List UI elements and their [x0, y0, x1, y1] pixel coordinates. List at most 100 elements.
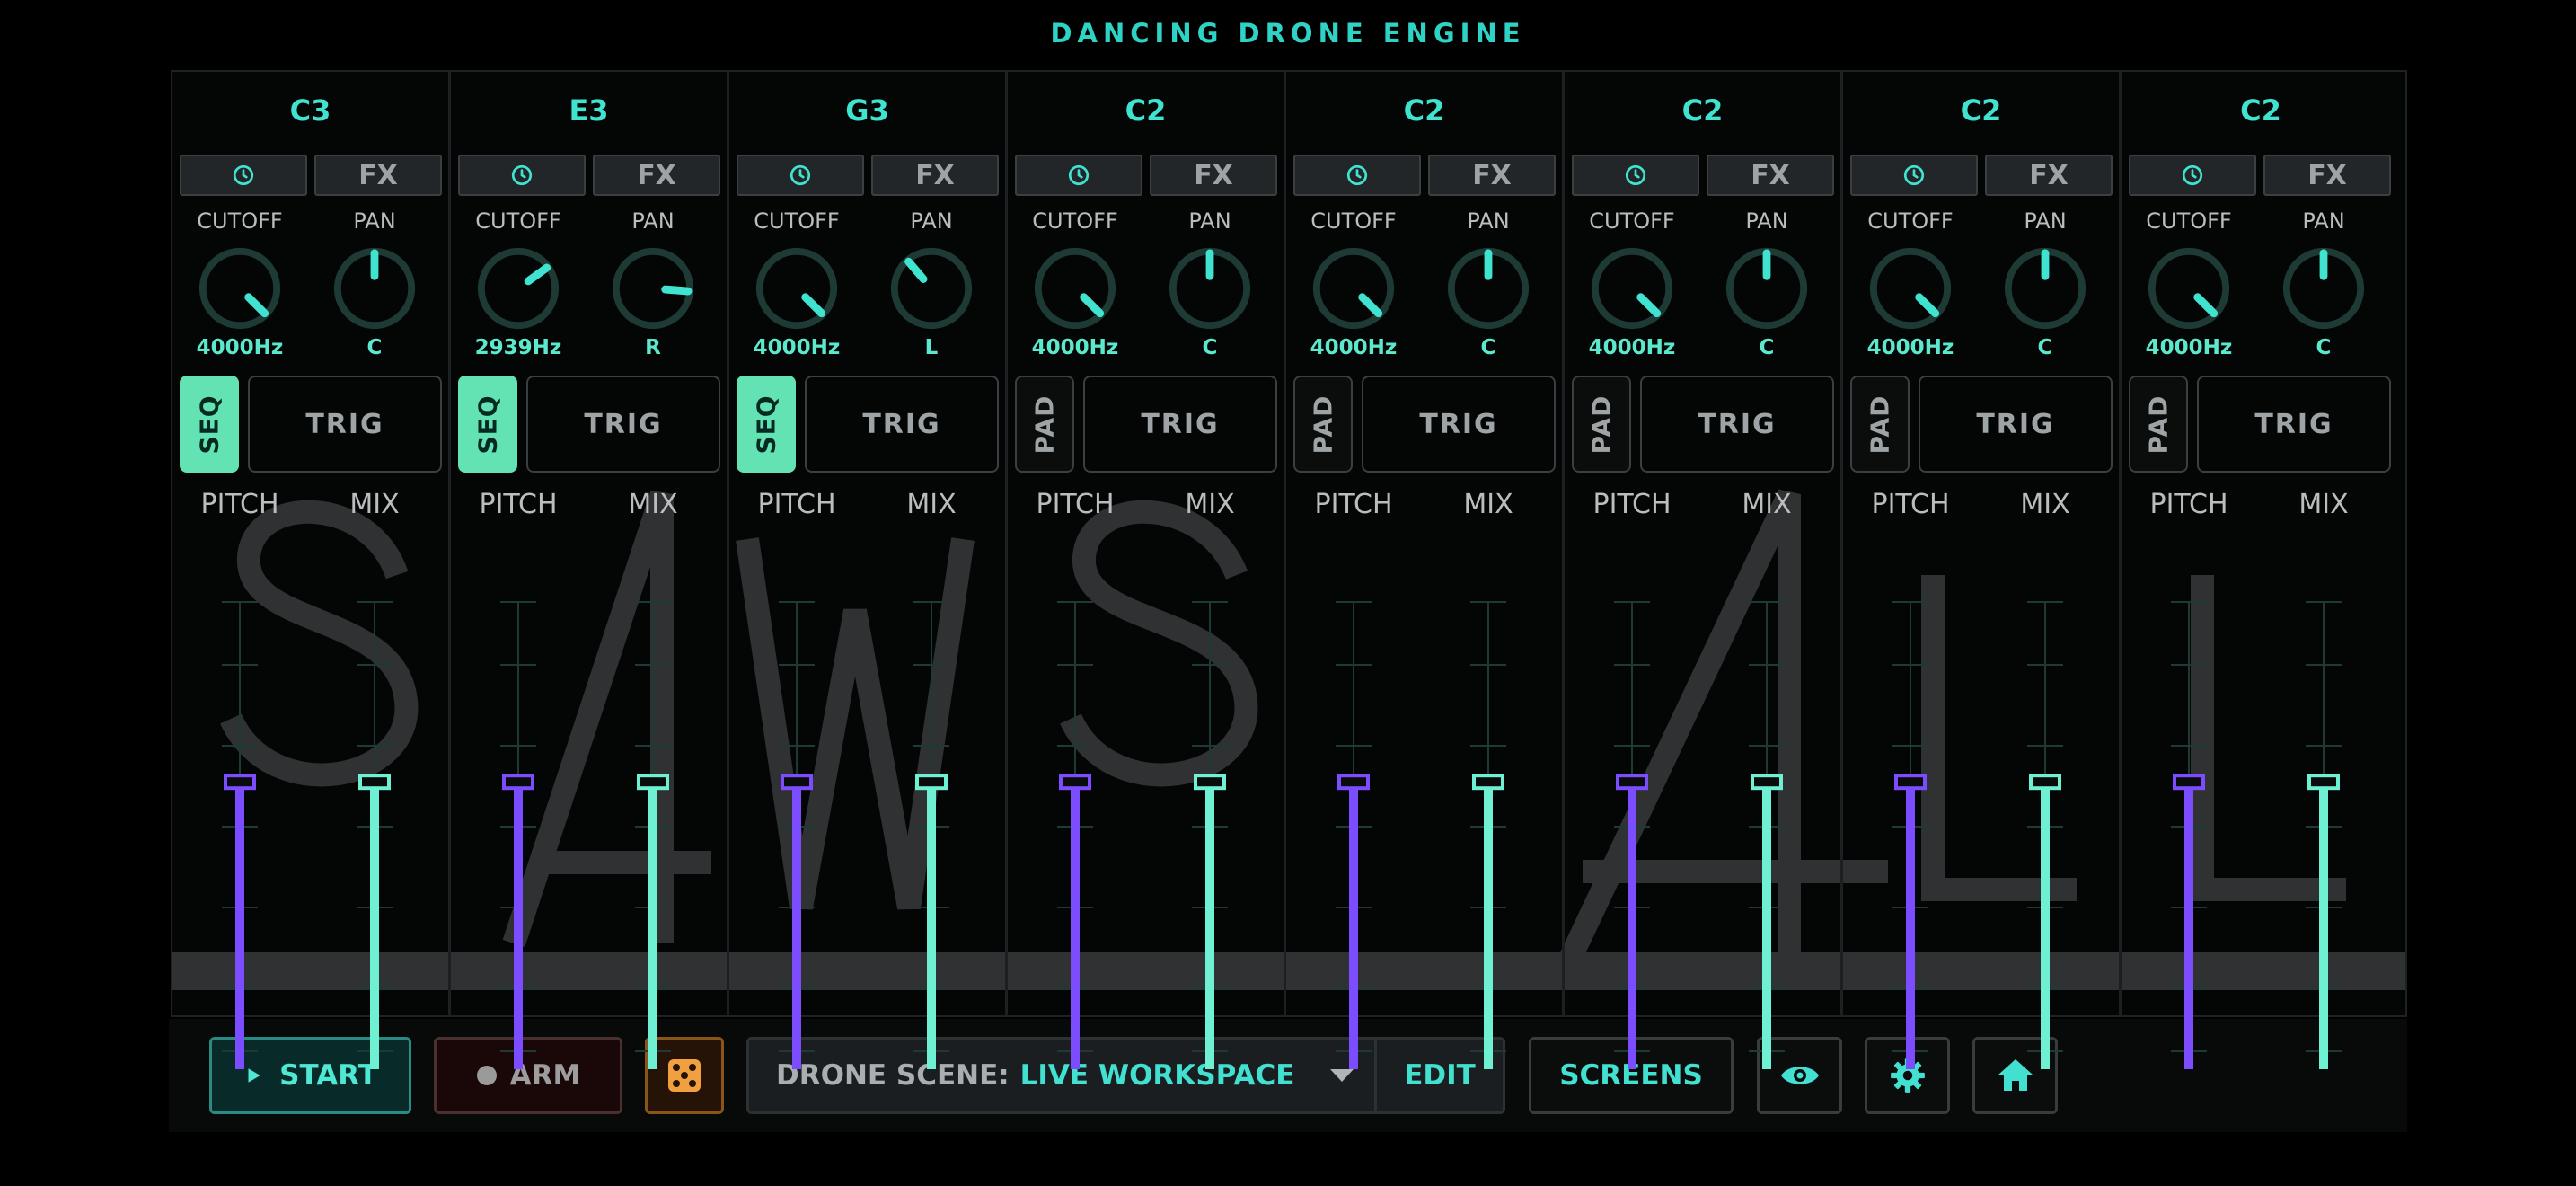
pitch-fader[interactable] — [491, 530, 545, 1078]
trig-button[interactable]: TRIG — [2197, 376, 2391, 473]
pitch-fader[interactable] — [2162, 530, 2216, 1078]
pan-label: PAN — [631, 208, 675, 234]
trig-button[interactable]: TRIG — [1362, 376, 1556, 473]
pitch-fader[interactable] — [1605, 530, 1659, 1078]
channel-note[interactable]: G3 — [729, 93, 1005, 128]
cutoff-knob[interactable] — [1588, 244, 1676, 332]
channel-note[interactable]: C2 — [1565, 93, 1840, 128]
pan-value: C — [366, 336, 383, 359]
channel-note[interactable]: C2 — [2122, 93, 2400, 128]
pitch-label: PITCH — [757, 489, 836, 520]
cutoff-knob[interactable] — [474, 244, 562, 332]
fx-button[interactable]: FX — [2263, 155, 2391, 196]
mode-label: PAD — [1586, 394, 1617, 454]
mode-label: PAD — [2143, 394, 2174, 454]
mix-fader[interactable] — [1461, 530, 1515, 1078]
pan-knob[interactable] — [1166, 244, 1254, 332]
mix-fader[interactable] — [1740, 530, 1794, 1078]
pitch-label: PITCH — [1036, 489, 1115, 520]
clock-icon — [233, 164, 254, 186]
cutoff-knob[interactable] — [1310, 244, 1398, 332]
clock-sync-button[interactable] — [180, 155, 307, 196]
clock-sync-button[interactable] — [2129, 155, 2256, 196]
pitch-label: PITCH — [200, 489, 279, 520]
cutoff-value: 4000Hz — [196, 336, 284, 359]
clock-sync-button[interactable] — [1015, 155, 1142, 196]
channel-note[interactable]: C2 — [1008, 93, 1284, 128]
mix-fader[interactable] — [626, 530, 680, 1078]
fx-button[interactable]: FX — [1707, 155, 1834, 196]
pan-label: PAN — [910, 208, 953, 234]
mix-fader[interactable] — [1183, 530, 1237, 1078]
pan-knob[interactable] — [2001, 244, 2089, 332]
trig-button[interactable]: TRIG — [1083, 376, 1277, 473]
fx-button[interactable]: FX — [314, 155, 442, 196]
trig-button[interactable]: TRIG — [805, 376, 999, 473]
pan-knob[interactable] — [1444, 244, 1532, 332]
mode-label: SEQ — [194, 394, 225, 455]
pan-knob[interactable] — [887, 244, 975, 332]
pitch-fader[interactable] — [1327, 530, 1381, 1078]
cutoff-value: 4000Hz — [753, 336, 841, 359]
mode-toggle-button[interactable]: SEQ — [458, 376, 517, 473]
cutoff-knob[interactable] — [1031, 244, 1119, 332]
channel-note[interactable]: C2 — [1843, 93, 2119, 128]
pan-knob[interactable] — [1723, 244, 1811, 332]
mix-fader[interactable] — [904, 530, 958, 1078]
fx-button[interactable]: FX — [1150, 155, 1277, 196]
cutoff-knob[interactable] — [2145, 244, 2233, 332]
trig-button[interactable]: TRIG — [1919, 376, 2113, 473]
pan-label: PAN — [1467, 208, 1510, 234]
pan-label: PAN — [1188, 208, 1231, 234]
mode-toggle-button[interactable]: SEQ — [180, 376, 239, 473]
channel-note[interactable]: E3 — [451, 93, 727, 128]
cutoff-knob[interactable] — [1866, 244, 1954, 332]
fx-button[interactable]: FX — [871, 155, 999, 196]
mode-toggle-button[interactable]: PAD — [1572, 376, 1631, 473]
mode-toggle-button[interactable]: PAD — [1293, 376, 1353, 473]
pitch-fader[interactable] — [1048, 530, 1102, 1078]
clock-sync-button[interactable] — [1850, 155, 1978, 196]
trig-button[interactable]: TRIG — [248, 376, 442, 473]
pan-label: PAN — [2024, 208, 2067, 234]
mix-fader[interactable] — [2297, 530, 2351, 1078]
mode-toggle-button[interactable]: PAD — [2129, 376, 2188, 473]
pitch-fader[interactable] — [1883, 530, 1937, 1078]
fx-button[interactable]: FX — [1985, 155, 2113, 196]
cutoff-knob[interactable] — [196, 244, 284, 332]
mix-fader[interactable] — [348, 530, 401, 1078]
pan-value: R — [645, 336, 661, 359]
pan-knob[interactable] — [2280, 244, 2368, 332]
clock-sync-button[interactable] — [1293, 155, 1421, 196]
pitch-fader[interactable] — [213, 530, 267, 1078]
trig-button[interactable]: TRIG — [526, 376, 720, 473]
cutoff-label: CUTOFF — [1589, 208, 1675, 234]
channel-note[interactable]: C2 — [1286, 93, 1562, 128]
mode-label: SEQ — [472, 394, 503, 455]
cutoff-knob[interactable] — [753, 244, 841, 332]
channel-button-row: FX — [1293, 155, 1556, 196]
channel-strips: C3 FX CUTOFF 4000Hz PAN C SEQ TRIG PITCH MIX E3 FX C… — [172, 72, 2405, 1069]
clock-sync-button[interactable] — [1572, 155, 1699, 196]
clock-sync-button[interactable] — [458, 155, 586, 196]
channel-strip: G3 FX CUTOFF 4000Hz PAN L SEQ TRIG PITCH MIX — [729, 72, 1008, 1069]
mix-fader[interactable] — [2018, 530, 2072, 1078]
channel-rack: C3 FX CUTOFF 4000Hz PAN C SEQ TRIG PITCH MIX E3 FX C… — [171, 70, 2407, 1069]
trig-button[interactable]: TRIG — [1640, 376, 1834, 473]
pan-knob[interactable] — [331, 244, 419, 332]
clock-sync-button[interactable] — [737, 155, 864, 196]
pitch-fader[interactable] — [770, 530, 824, 1078]
channel-note[interactable]: C3 — [172, 93, 448, 128]
channel-strip: C2 FX CUTOFF 4000Hz PAN C PAD TRIG PITCH MIX — [1565, 72, 1843, 1069]
fx-button[interactable]: FX — [593, 155, 720, 196]
scene-selector[interactable]: DRONE SCENE: LIVE WORKSPACE EDIT — [746, 1037, 1505, 1114]
cutoff-value: 4000Hz — [1588, 336, 1676, 359]
cutoff-label: CUTOFF — [197, 208, 283, 234]
pitch-label: PITCH — [1592, 489, 1672, 520]
mode-toggle-button[interactable]: SEQ — [737, 376, 796, 473]
fx-button[interactable]: FX — [1428, 155, 1556, 196]
mode-toggle-button[interactable]: PAD — [1850, 376, 1910, 473]
mode-toggle-button[interactable]: PAD — [1015, 376, 1074, 473]
clock-icon — [2182, 164, 2203, 186]
pan-knob[interactable] — [609, 244, 697, 332]
